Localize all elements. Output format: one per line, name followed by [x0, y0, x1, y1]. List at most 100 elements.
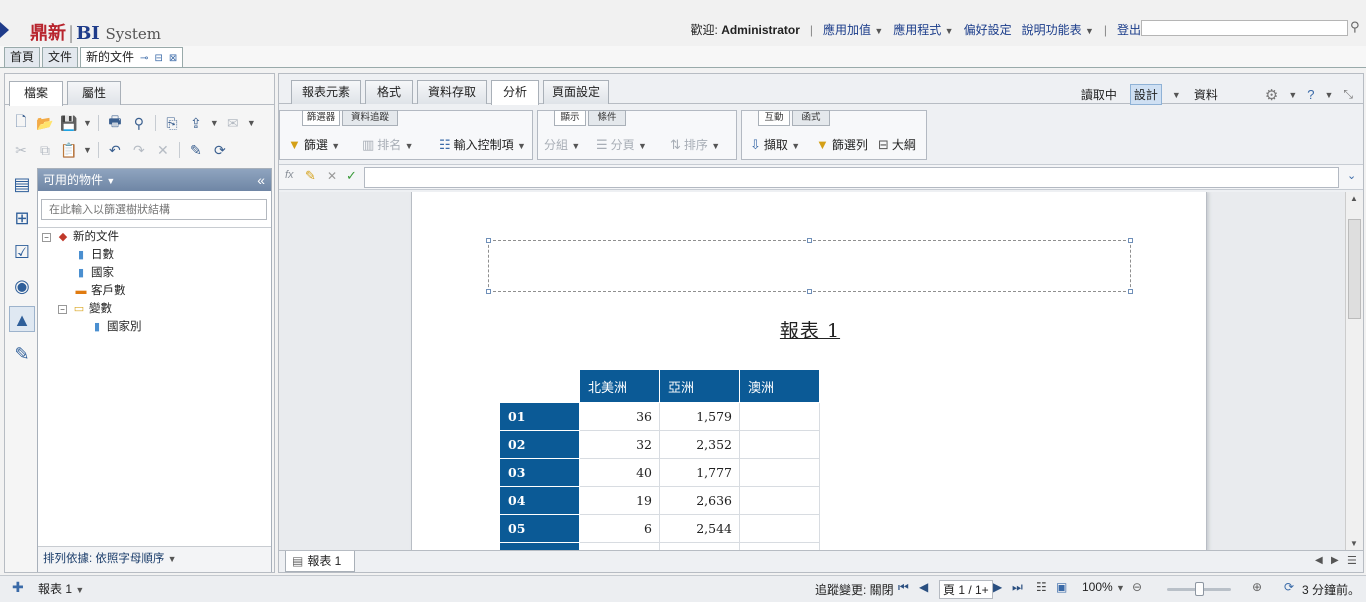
- track-changes-icon[interactable]: ⎘: [162, 115, 182, 132]
- help-icon[interactable]: ?: [1307, 87, 1314, 102]
- last-page-icon[interactable]: ⏭: [1012, 580, 1023, 595]
- tab-filters[interactable]: 篩選器: [302, 110, 340, 126]
- chevron-down-icon[interactable]: ▼: [1324, 90, 1333, 100]
- table-cell[interactable]: [659, 542, 740, 550]
- tree-node-customers[interactable]: ▬ 客戶數: [74, 282, 126, 300]
- tab-properties[interactable]: 屬性: [67, 81, 121, 105]
- refresh-icon[interactable]: ⟳: [210, 142, 230, 159]
- vertical-scrollbar[interactable]: ▲ ▼: [1345, 192, 1363, 550]
- collapse-panel-icon[interactable]: «: [257, 169, 265, 191]
- expand-formula-icon[interactable]: ⌄: [1347, 169, 1356, 182]
- nav-applications[interactable]: 應用程式 ▼: [893, 21, 953, 38]
- variable-editor-icon[interactable]: ✎: [305, 168, 316, 184]
- paging-button[interactable]: ☰ 分頁 ▼: [596, 134, 647, 156]
- outline-button[interactable]: ⊟ 大綱: [878, 134, 916, 156]
- chevron-down-icon[interactable]: ▼: [247, 118, 256, 128]
- tree-node-days[interactable]: ▮ 日數: [74, 246, 114, 264]
- tab-display[interactable]: 顯示: [554, 110, 586, 126]
- page-header-cell[interactable]: [486, 238, 1133, 294]
- tab-functions[interactable]: 函式: [792, 110, 830, 126]
- table-cell[interactable]: 2,352: [659, 430, 740, 459]
- refresh-status-icon[interactable]: ⟳: [1284, 580, 1294, 594]
- tab-scroll-left-icon[interactable]: ◀: [1315, 555, 1323, 566]
- tree-node-document[interactable]: ◆ 新的文件: [56, 228, 119, 246]
- group-button[interactable]: 分組 ▼: [544, 134, 580, 156]
- nav-help[interactable]: 說明功能表 ▼: [1022, 21, 1094, 38]
- report-tab-1[interactable]: ▤ 報表 1: [285, 551, 355, 572]
- open-folder-icon[interactable]: 📂: [35, 115, 55, 132]
- table-cell[interactable]: 1,579: [659, 402, 740, 431]
- search-icon[interactable]: ⚲: [1350, 19, 1360, 35]
- edit-query-icon[interactable]: ✎: [186, 142, 206, 159]
- table-cell[interactable]: [739, 486, 820, 515]
- email-icon[interactable]: ✉: [223, 115, 243, 132]
- resize-handle[interactable]: [807, 238, 812, 243]
- row-header[interactable]: 04: [499, 486, 580, 515]
- row-header[interactable]: 03: [499, 458, 580, 487]
- zoom-slider-handle[interactable]: [1195, 582, 1204, 596]
- undo-icon[interactable]: ↶: [105, 142, 125, 159]
- pin-icon[interactable]: ⊸: [140, 53, 148, 64]
- zoom-selector[interactable]: 100% ▼: [1082, 580, 1125, 594]
- tab-data-access[interactable]: 資料存取: [417, 80, 487, 104]
- resize-handle[interactable]: [1128, 289, 1133, 294]
- formula-input[interactable]: [364, 167, 1339, 188]
- cut-icon[interactable]: ✂: [11, 142, 31, 159]
- table-cell[interactable]: 40: [579, 458, 660, 487]
- row-header[interactable]: [499, 542, 580, 550]
- tab-documents[interactable]: 文件: [42, 47, 79, 67]
- tree-collapse-toggle[interactable]: −: [58, 305, 67, 314]
- report-title[interactable]: 報表 1: [412, 316, 1208, 343]
- tree-node-country[interactable]: ▮ 國家: [74, 264, 114, 282]
- report-selector[interactable]: 報表 1 ▼: [38, 580, 84, 597]
- redo-icon[interactable]: ↷: [129, 142, 149, 159]
- data-mode-button[interactable]: 資料: [1191, 85, 1221, 104]
- table-cell[interactable]: 2,636: [659, 486, 740, 515]
- next-page-icon[interactable]: ▶: [993, 580, 1002, 594]
- copy-icon[interactable]: ⧉: [35, 142, 55, 159]
- report-map-icon[interactable]: ⊞: [9, 204, 35, 230]
- first-page-icon[interactable]: ⏮: [898, 580, 909, 595]
- formula-fx-icon[interactable]: fx: [285, 169, 294, 181]
- table-cell[interactable]: [739, 430, 820, 459]
- filter-bar-button[interactable]: ▼ 篩選列: [816, 134, 868, 156]
- objects-panel-header[interactable]: 可用的物件 ▼ «: [38, 169, 271, 191]
- resize-handle[interactable]: [807, 289, 812, 294]
- resize-handle[interactable]: [486, 238, 491, 243]
- input-controls-icon[interactable]: ☑: [9, 238, 35, 264]
- chevron-down-icon[interactable]: ▼: [1288, 90, 1297, 100]
- tab-home[interactable]: 首頁: [4, 47, 41, 67]
- table-cell[interactable]: 36: [579, 402, 660, 431]
- filter-button[interactable]: ▼ 篩選 ▼: [288, 134, 340, 156]
- table-cell[interactable]: 6: [579, 514, 660, 543]
- previous-page-icon[interactable]: ◀: [919, 580, 928, 594]
- tree-node-country-var[interactable]: ▮ 國家別: [90, 318, 142, 336]
- delete-icon[interactable]: ✕: [153, 142, 173, 159]
- table-cell[interactable]: 2,544: [659, 514, 740, 543]
- tab-page-setup[interactable]: 頁面設定: [543, 80, 609, 104]
- scroll-up-icon[interactable]: ▲: [1350, 194, 1358, 203]
- table-cell[interactable]: 1,777: [659, 458, 740, 487]
- page-indicator[interactable]: 頁 1 / 1+: [939, 580, 993, 599]
- available-objects-icon[interactable]: ▲: [9, 306, 35, 332]
- quick-display-icon[interactable]: ☷: [1036, 580, 1047, 594]
- chevron-down-icon[interactable]: ▼: [1172, 90, 1181, 100]
- chevron-down-icon[interactable]: ▼: [210, 118, 219, 128]
- gear-icon[interactable]: ⚙: [1265, 86, 1278, 104]
- row-header[interactable]: 01: [499, 402, 580, 431]
- web-services-icon[interactable]: ◉: [9, 272, 35, 298]
- nav-preferences[interactable]: 偏好設定: [964, 21, 1012, 38]
- crosstab[interactable]: 北美洲 亞洲 澳洲 01 36 1,579 02 32 2,352 03 40 1,777 …: [499, 369, 820, 550]
- column-header[interactable]: 北美洲: [579, 369, 660, 403]
- minimize-icon[interactable]: ⊟: [154, 53, 162, 64]
- close-icon[interactable]: ⊠: [169, 53, 177, 64]
- objects-filter-input[interactable]: [41, 199, 267, 220]
- tab-file[interactable]: 檔案: [9, 81, 63, 106]
- chevron-down-icon[interactable]: ▼: [106, 176, 115, 186]
- chevron-down-icon[interactable]: ▼: [83, 118, 92, 128]
- track-changes-status[interactable]: 追蹤變更: 關閉: [815, 581, 894, 598]
- zoom-out-icon[interactable]: ⊖: [1132, 580, 1142, 594]
- reading-mode-button[interactable]: 讀取中: [1078, 85, 1120, 104]
- row-header[interactable]: 05: [499, 514, 580, 543]
- save-icon[interactable]: 💾: [59, 115, 79, 132]
